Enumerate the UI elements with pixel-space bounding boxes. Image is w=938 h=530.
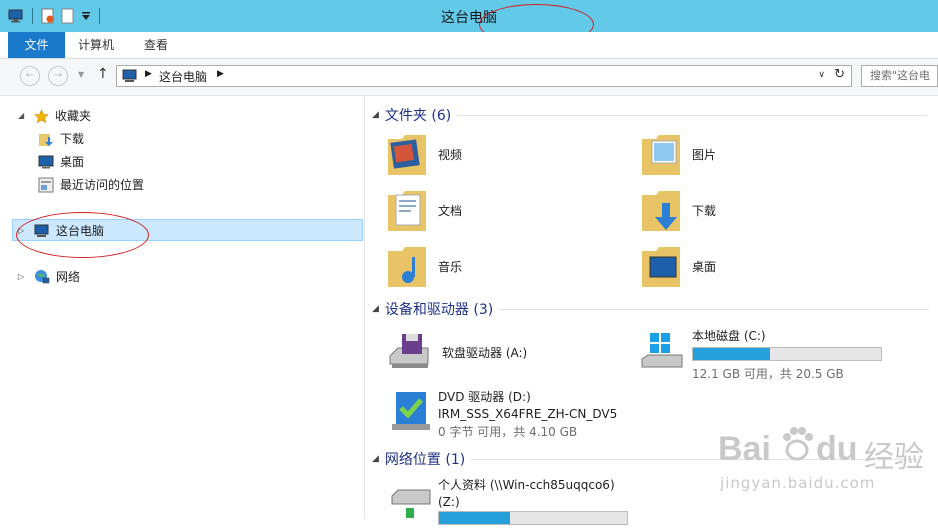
nav-item-recent-places[interactable]: 最近访问的位置 xyxy=(38,175,144,195)
folder-downloads[interactable]: 下载 xyxy=(640,187,716,233)
expand-arrow-icon[interactable]: ◢ xyxy=(372,454,379,464)
nav-network-label: 网络 xyxy=(56,270,81,284)
nav-item-label: 下载 xyxy=(60,132,85,146)
network-icon xyxy=(35,270,50,284)
drive-usage-text: 12.1 GB 可用，共 20.5 GB xyxy=(692,367,844,381)
folder-videos[interactable]: 视频 xyxy=(386,131,462,177)
music-folder-icon xyxy=(388,247,426,287)
search-input[interactable]: 搜索"这台电 xyxy=(861,65,938,87)
folder-label: 图片 xyxy=(692,147,717,162)
watermark-brand-suffix: du xyxy=(816,430,858,468)
section-folders[interactable]: ◢ 文件夹 (6) xyxy=(372,105,928,125)
network-drive-usage-fill xyxy=(439,512,511,524)
section-folders-label: 文件夹 (6) xyxy=(384,108,452,124)
section-devices[interactable]: ◢ 设备和驱动器 (3) xyxy=(372,299,930,319)
downloads-folder-icon xyxy=(39,134,53,146)
desktop-folder-icon xyxy=(642,247,680,287)
expand-arrow-icon[interactable]: ◢ xyxy=(372,304,379,314)
nav-item-downloads[interactable]: 下载 xyxy=(38,129,84,149)
nav-favorites[interactable]: ◢ 收藏夹 xyxy=(18,106,91,126)
recent-places-icon xyxy=(38,177,54,193)
tab-view[interactable]: 查看 xyxy=(130,32,182,58)
videos-folder-icon xyxy=(388,135,426,175)
drive-name: 本地磁盘 (C:) xyxy=(692,329,766,343)
drive-volume-label: IRM_SSS_X64FRE_ZH-CN_DV5 xyxy=(438,407,618,421)
breadcrumb-chevron-icon[interactable]: ▶ xyxy=(217,69,224,79)
up-button[interactable]: ↑ xyxy=(97,66,109,82)
nav-this-pc-label: 这台电脑 xyxy=(56,224,105,238)
section-divider xyxy=(499,308,930,310)
drive-name: DVD 驱动器 (D:) xyxy=(438,390,531,404)
expand-arrow-icon[interactable]: ◢ xyxy=(18,106,28,126)
network-drive-usage-bar xyxy=(438,511,628,525)
downloads-folder-icon xyxy=(642,191,680,231)
section-divider xyxy=(457,114,928,116)
watermark-brand: Bai xyxy=(718,430,771,468)
drive-usage-text: 0 字节 可用，共 4.10 GB xyxy=(438,425,578,439)
address-dropdown-icon[interactable]: ∨ xyxy=(818,70,825,80)
nav-this-pc[interactable]: ▷ 这台电脑 xyxy=(18,221,104,241)
folder-desktop[interactable]: 桌面 xyxy=(640,243,716,289)
folder-music[interactable]: 音乐 xyxy=(386,243,462,289)
drive-name: 软盘驱动器 (A:) xyxy=(442,345,528,360)
windows-drive-icon xyxy=(641,333,683,368)
window-title: 这台电脑 xyxy=(441,10,497,26)
drive-c-usage-fill xyxy=(693,348,771,360)
nav-item-desktop[interactable]: 桌面 xyxy=(38,152,84,172)
watermark-jingyan: 经验 xyxy=(864,440,924,475)
paw-icon xyxy=(783,427,813,461)
nav-item-label: 桌面 xyxy=(60,155,85,169)
expand-arrow-icon[interactable]: ◢ xyxy=(372,110,379,120)
ribbon: 文件 计算机 查看 xyxy=(0,32,938,59)
folder-label: 音乐 xyxy=(438,259,463,274)
back-button[interactable]: ← xyxy=(20,66,40,86)
folder-pictures[interactable]: 图片 xyxy=(640,131,716,177)
star-icon xyxy=(34,108,49,123)
section-devices-label: 设备和驱动器 (3) xyxy=(384,302,494,318)
refresh-icon[interactable]: ↻ xyxy=(834,67,845,82)
floppy-drive-icon xyxy=(389,334,429,368)
breadcrumb-this-pc[interactable]: 这台电脑 xyxy=(159,68,207,85)
collapse-arrow-icon[interactable]: ▷ xyxy=(18,221,28,241)
recent-locations-icon[interactable]: ▼ xyxy=(78,70,84,79)
title-bar: 这台电脑 xyxy=(0,0,938,32)
nav-favorites-label: 收藏夹 xyxy=(55,109,92,123)
tab-computer[interactable]: 计算机 xyxy=(64,32,128,58)
tab-file[interactable]: 文件 xyxy=(8,32,65,58)
network-drive-name: 个人资料 (\\Win-cch85uqqco6) xyxy=(438,478,615,492)
computer-icon xyxy=(34,224,49,237)
folder-label: 文档 xyxy=(438,203,463,218)
network-drive-icon xyxy=(391,489,431,518)
folder-documents[interactable]: 文档 xyxy=(386,187,462,233)
nav-item-label: 最近访问的位置 xyxy=(60,178,145,192)
computer-icon xyxy=(122,69,137,82)
pictures-folder-icon xyxy=(642,135,680,175)
network-drive-letter: (Z:) xyxy=(438,495,460,509)
baidu-watermark: Bai du 经验 jingyan.baidu.com xyxy=(718,418,938,518)
address-bar[interactable]: ▶ 这台电脑 ▶ ∨ ↻ xyxy=(116,65,852,87)
folder-label: 下载 xyxy=(692,203,717,218)
drive-c-usage-bar xyxy=(692,347,882,361)
desktop-icon xyxy=(38,155,54,169)
folder-label: 视频 xyxy=(438,147,463,162)
breadcrumb-chevron-icon[interactable]: ▶ xyxy=(145,69,152,79)
forward-button[interactable]: → xyxy=(48,66,68,86)
dvd-drive-icon xyxy=(392,392,430,430)
documents-folder-icon xyxy=(388,191,426,231)
section-network-label: 网络位置 (1) xyxy=(384,452,466,468)
collapse-arrow-icon[interactable]: ▷ xyxy=(18,267,28,287)
drive-floppy[interactable]: 软盘驱动器 (A:) xyxy=(386,330,527,374)
folder-label: 桌面 xyxy=(692,259,717,274)
nav-network[interactable]: ▷ 网络 xyxy=(18,267,80,287)
watermark-url: jingyan.baidu.com xyxy=(720,474,876,492)
